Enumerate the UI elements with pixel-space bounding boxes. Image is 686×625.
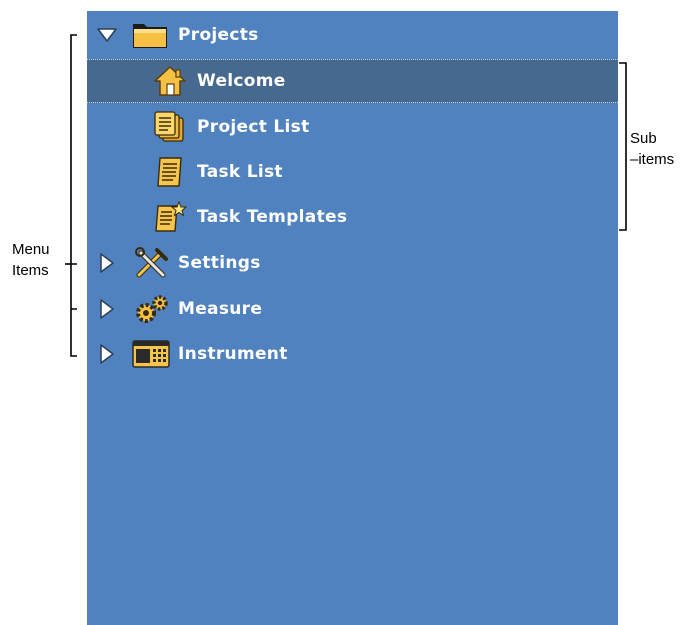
menu-item-label-instrument: Instrument xyxy=(178,344,288,364)
menu-item-label-settings: Settings xyxy=(178,253,261,273)
sub-item-label-task-list: Task List xyxy=(197,162,283,182)
sub-item-task-list[interactable]: Task List xyxy=(87,150,618,194)
menu-item-settings[interactable]: Settings xyxy=(87,241,618,285)
menu-items-annotation-line1: Menu xyxy=(12,241,50,258)
document-star-icon xyxy=(155,201,187,232)
sub-item-label-project-list: Project List xyxy=(197,117,310,137)
instrument-icon xyxy=(132,340,170,368)
collapsed-arrow-icon[interactable] xyxy=(99,252,115,274)
menu-item-projects[interactable]: Projects xyxy=(87,13,618,57)
home-icon xyxy=(154,66,186,96)
sub-item-label-task-templates: Task Templates xyxy=(197,207,348,227)
menu-item-measure[interactable]: Measure xyxy=(87,287,618,331)
sub-item-welcome[interactable]: Welcome xyxy=(87,59,618,103)
sub-item-project-list[interactable]: Project List xyxy=(87,105,618,149)
menu-items-annotation: Menu Items xyxy=(12,239,50,281)
menu-item-instrument[interactable]: Instrument xyxy=(87,332,618,376)
sub-items-annotation-line1: Sub xyxy=(630,130,657,147)
expanded-arrow-icon[interactable] xyxy=(96,27,118,43)
collapsed-arrow-icon[interactable] xyxy=(99,343,115,365)
sub-item-label-welcome: Welcome xyxy=(197,71,286,91)
tools-icon xyxy=(135,247,168,278)
menu-item-label-measure: Measure xyxy=(178,299,263,319)
document-icon xyxy=(157,157,182,187)
menu-items-bracket xyxy=(65,34,77,357)
menu-items-annotation-line2: Items xyxy=(12,262,49,279)
folder-icon xyxy=(133,24,167,48)
menu-item-label-projects: Projects xyxy=(178,25,259,45)
sub-item-task-templates[interactable]: Task Templates xyxy=(87,195,618,239)
gears-icon xyxy=(136,295,168,323)
sub-items-annotation-line2: –items xyxy=(630,151,675,168)
sub-items-annotation: Sub –items xyxy=(630,128,674,170)
collapsed-arrow-icon[interactable] xyxy=(99,298,115,320)
document-stack-icon xyxy=(154,111,184,142)
navigation-panel: Projects Welcome Project List Task List xyxy=(87,11,618,625)
